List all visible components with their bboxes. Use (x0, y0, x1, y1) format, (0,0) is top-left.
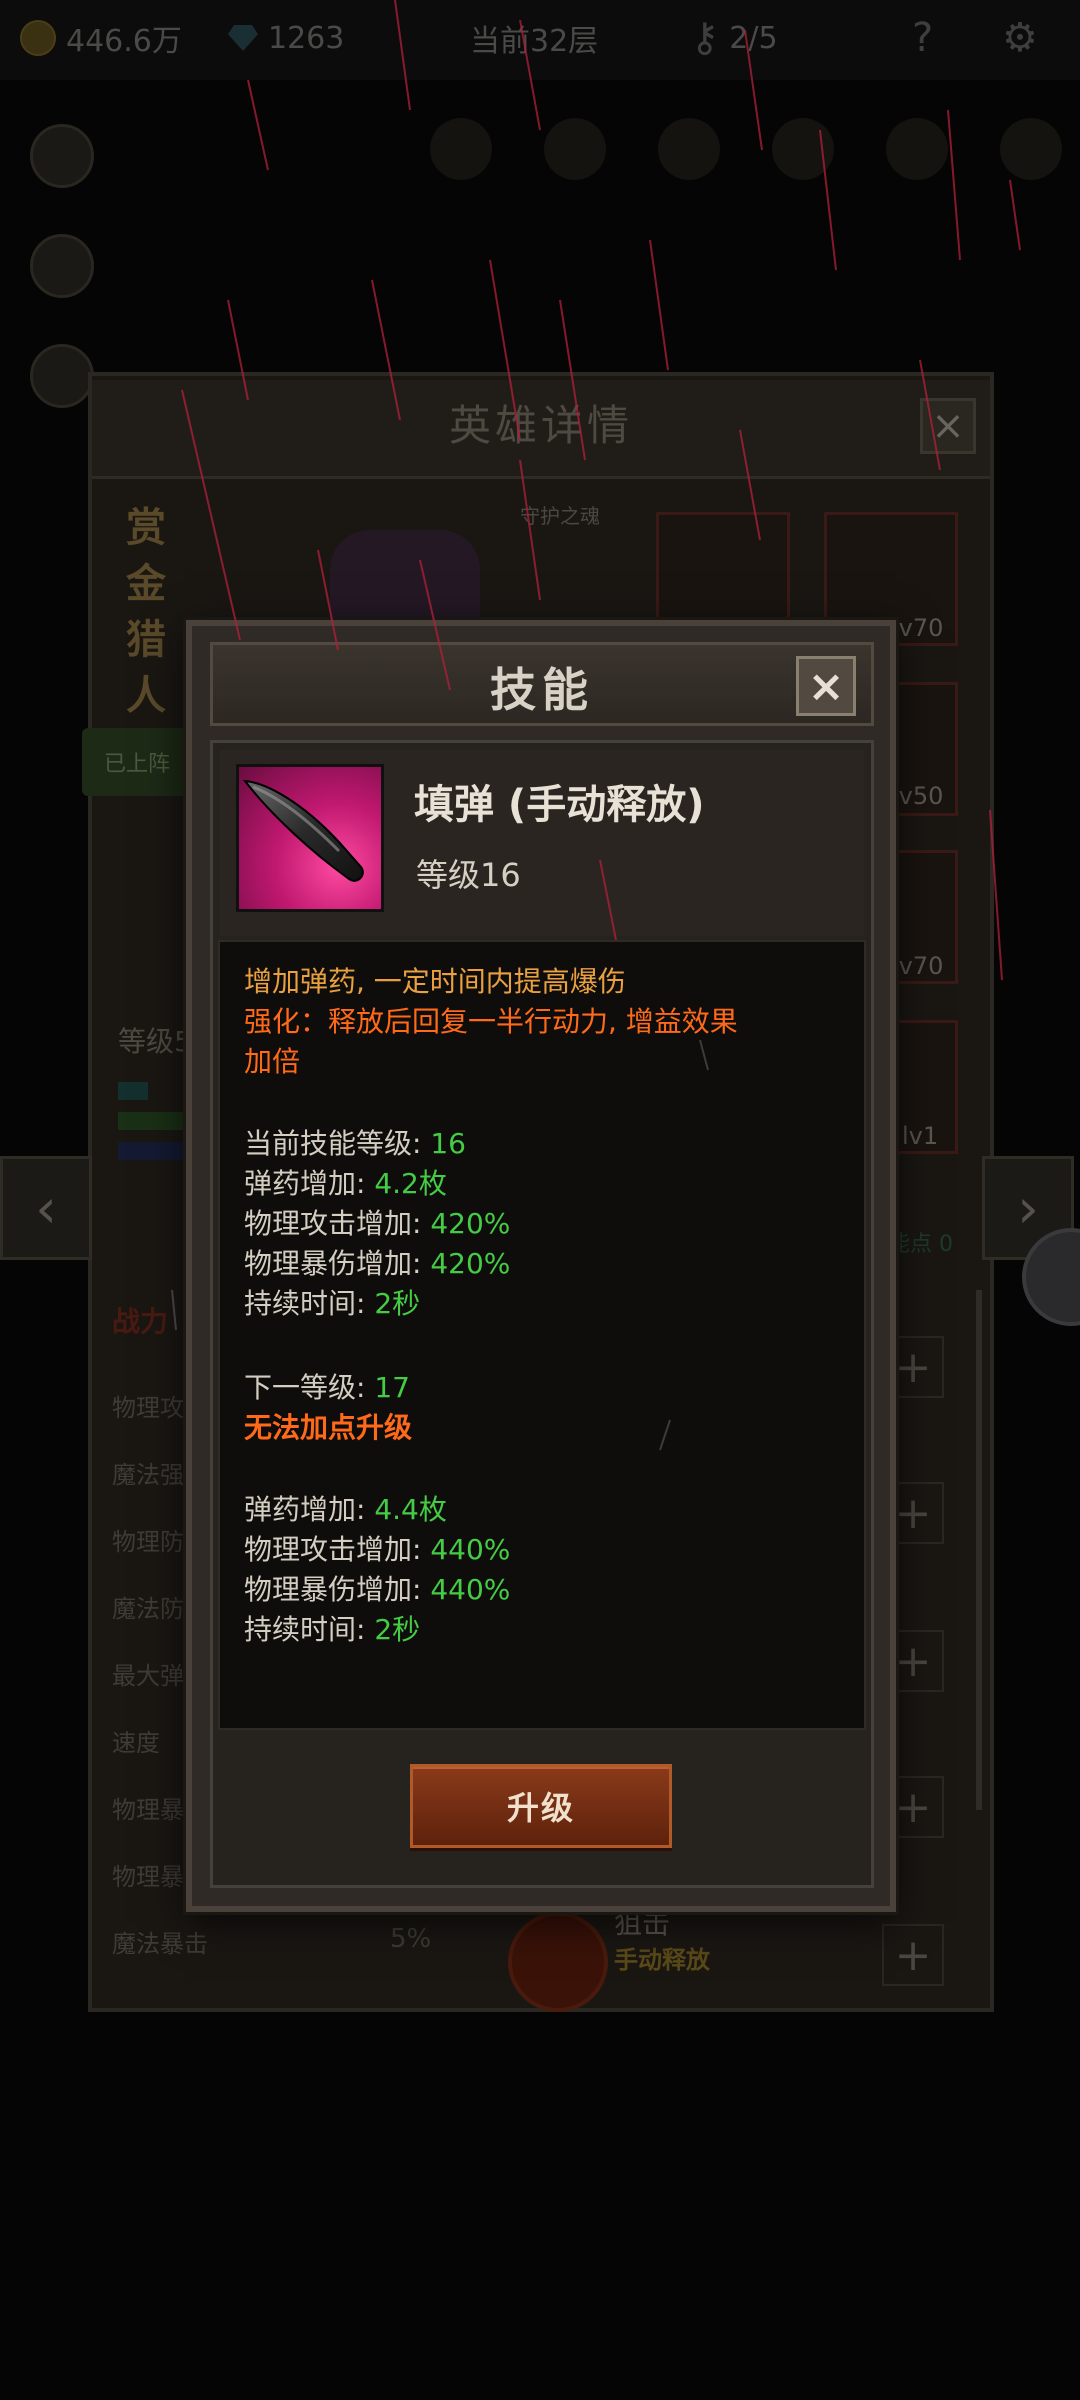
hero-panel-title: 英雄详情 (448, 401, 633, 450)
settings-button[interactable]: ⚙ (1002, 14, 1038, 62)
plus-icon: + (894, 1341, 932, 1393)
gem-counter: 1263 (228, 14, 344, 62)
current-level-row: 当前技能等级: 16 (244, 1124, 466, 1164)
stat-label: 弹药增加: (244, 1167, 375, 1200)
deployed-badge[interactable]: 已上阵 (82, 728, 192, 796)
skill-plus-button[interactable]: + (882, 1924, 944, 1986)
stat-value: 440% (430, 1573, 511, 1606)
item-slot[interactable] (886, 118, 948, 180)
skill-enhance-text: 强化：释放后回复一半行动力, 增益效果 (244, 1005, 738, 1038)
close-icon: × (807, 660, 845, 712)
hero-avatar[interactable] (30, 344, 94, 408)
skill-level: 等级16 (416, 856, 521, 894)
hero-panel-close-button[interactable]: × (920, 398, 976, 454)
stat-bar (118, 1082, 148, 1100)
current-duration-row: 持续时间: 2秒 (244, 1284, 420, 1324)
magic-crit-value: 5% (390, 1924, 432, 1954)
stat-label: 物理攻击增加: (244, 1207, 431, 1240)
item-slot[interactable] (772, 118, 834, 180)
item-slot[interactable] (544, 118, 606, 180)
hero-avatar-list (30, 124, 94, 408)
stat-value: 420% (430, 1207, 511, 1240)
stat-value: 4.4枚 (374, 1493, 447, 1526)
current-patk-row: 物理攻击增加: 420% (244, 1204, 510, 1244)
chevron-right-icon: › (1017, 1176, 1039, 1240)
next-patk-row: 物理攻击增加: 440% (244, 1530, 510, 1570)
plus-icon: + (894, 1781, 932, 1833)
plus-icon: + (894, 1929, 932, 1981)
skill-sniper-type: 手动释放 (614, 1946, 710, 1974)
stat-value: 2秒 (374, 1613, 421, 1646)
tab-combat-power[interactable]: 战力 (112, 1300, 168, 1340)
stat-value: 16 (430, 1127, 466, 1160)
equipment-level: lv50 (892, 782, 944, 810)
item-slot[interactable] (1000, 118, 1062, 180)
stat-label: 物理暴伤增加: (244, 1247, 431, 1280)
stat-label: 当前技能等级: (244, 1127, 431, 1160)
skill-dialog-title: 技能 (490, 663, 594, 717)
stat-label: 物理暴伤增加: (244, 1573, 431, 1606)
key-counter: ⚷ 2/5 (690, 14, 778, 62)
upgrade-warning: 无法加点升级 (244, 1411, 413, 1444)
crosshair-icon (508, 1912, 608, 2012)
next-ammo-row: 弹药增加: 4.4枚 (244, 1490, 447, 1530)
skills-scrollbar[interactable] (976, 1290, 982, 1810)
help-button[interactable]: ? (912, 14, 933, 62)
gold-counter: 446.6万 (20, 14, 182, 62)
hero-avatar[interactable] (30, 234, 94, 298)
key-icon: ⚷ (690, 15, 720, 61)
upgrade-button[interactable]: 升级 (410, 1764, 672, 1848)
stat-row-label: 魔法暴击 (112, 1930, 208, 1958)
floor-text: 当前32层 (470, 24, 599, 59)
current-ammo-row: 弹药增加: 4.2枚 (244, 1164, 447, 1204)
stat-label: 弹药增加: (244, 1493, 375, 1526)
stat-label: 物理攻击增加: (244, 1533, 431, 1566)
skill-name: 填弹 (手动释放) (414, 782, 705, 828)
gold-amount: 446.6万 (66, 24, 182, 59)
bullet-icon (236, 764, 384, 912)
skill-dialog-close-button[interactable]: × (796, 656, 856, 716)
stat-value: 17 (374, 1371, 410, 1404)
equipment-level: lv1 (902, 1122, 939, 1150)
next-duration-row: 持续时间: 2秒 (244, 1610, 420, 1650)
ability-points: 能点 0 (888, 1232, 953, 1257)
key-amount: 2/5 (729, 20, 778, 56)
hero-avatar[interactable] (30, 124, 94, 188)
question-icon: ? (912, 15, 934, 61)
next-level-row: 下一等级: 17 (244, 1368, 410, 1408)
chevron-left-icon: ‹ (35, 1176, 57, 1240)
hero-level-label: 等级5 (118, 1025, 192, 1058)
stat-value: 440% (430, 1533, 511, 1566)
item-slot[interactable] (430, 118, 492, 180)
hero-name: 赏金猎人 (126, 505, 166, 719)
stat-label: 持续时间: (244, 1613, 375, 1646)
prev-hero-button[interactable]: ‹ (0, 1156, 92, 1260)
item-slot[interactable] (658, 118, 720, 180)
floor-indicator: 当前32层 (470, 14, 598, 62)
gold-coin-icon (20, 20, 56, 56)
stat-value: 420% (430, 1247, 511, 1280)
current-pcrit-row: 物理暴伤增加: 420% (244, 1244, 510, 1284)
equipment-level: lv70 (892, 614, 944, 642)
next-pcrit-row: 物理暴伤增加: 440% (244, 1570, 510, 1610)
plus-icon: + (894, 1487, 932, 1539)
stat-value: 4.2枚 (374, 1167, 447, 1200)
plus-icon: + (894, 1635, 932, 1687)
equipment-level: lv70 (892, 952, 944, 980)
top-item-row (430, 118, 1062, 180)
stat-value: 2秒 (374, 1287, 421, 1320)
stat-label: 持续时间: (244, 1287, 375, 1320)
gem-amount: 1263 (268, 20, 345, 56)
skill-description: 增加弹药, 一定时间内提高爆伤 (244, 965, 626, 998)
stat-label: 下一等级: (244, 1371, 375, 1404)
gem-icon (228, 25, 258, 51)
gear-icon: ⚙ (1002, 15, 1038, 61)
close-icon: × (931, 403, 965, 449)
skill-enhance-text: 加倍 (244, 1045, 301, 1078)
guard-soul-label: 守护之魂 (520, 504, 600, 528)
